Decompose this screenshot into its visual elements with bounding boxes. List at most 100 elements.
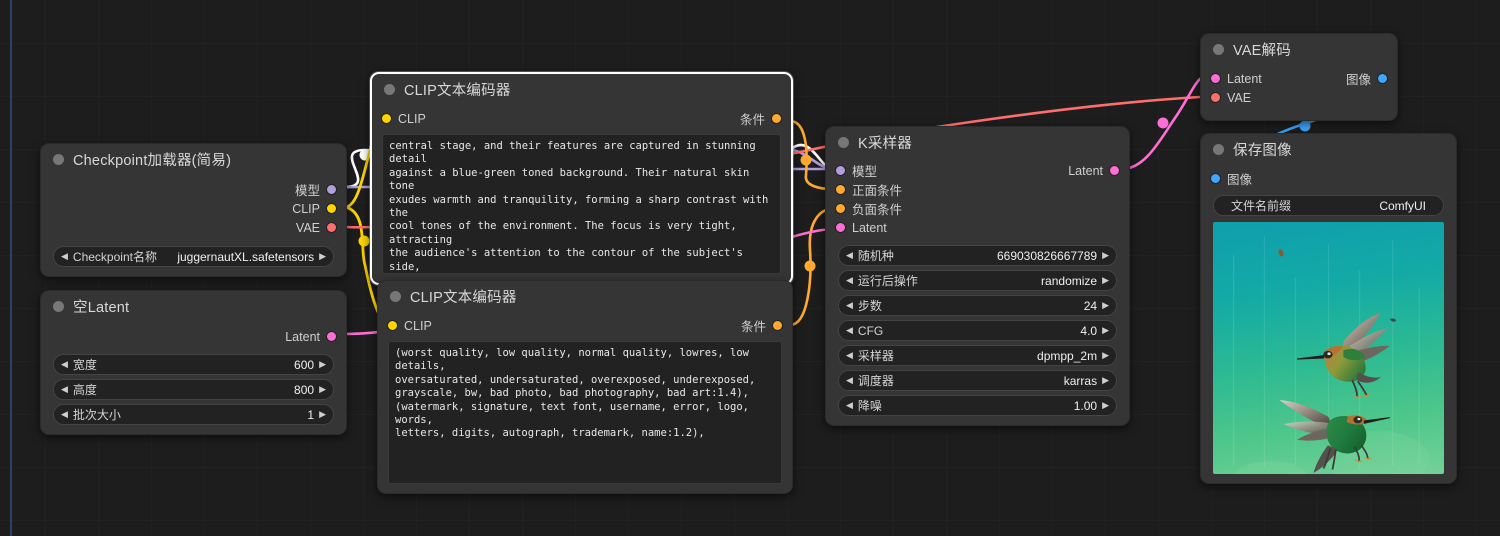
widget-steps[interactable]: ◀ 步数 24 ▶ <box>838 295 1117 316</box>
input-slot-latent[interactable]: Latent <box>1211 72 1262 86</box>
chevron-left-icon[interactable]: ◀ <box>846 251 853 260</box>
collapse-icon[interactable] <box>390 290 401 302</box>
output-slot-label: 模型 <box>294 184 320 198</box>
output-slot-image[interactable]: 图像 <box>1346 69 1387 88</box>
input-slot-clip[interactable]: CLIP <box>382 112 426 126</box>
input-slot-latent[interactable]: Latent <box>836 221 887 235</box>
slot-row: 模型 Latent <box>826 161 1129 180</box>
node-vae-decode[interactable]: VAE解码 Latent 图像 VAE <box>1200 33 1398 121</box>
node-title-bar[interactable]: VAE解码 <box>1201 34 1397 64</box>
chevron-left-icon[interactable]: ◀ <box>61 410 68 419</box>
chevron-right-icon[interactable]: ▶ <box>1102 376 1109 385</box>
input-slot-image[interactable]: 图像 <box>1211 169 1252 188</box>
slot-row: Latent 图像 <box>1201 69 1397 88</box>
node-title-bar[interactable]: CLIP文本编码器 <box>372 74 791 104</box>
collapse-icon[interactable] <box>53 300 64 312</box>
node-title-bar[interactable]: CLIP文本编码器 <box>378 281 792 311</box>
widget-denoise[interactable]: ◀ 降噪 1.00 ▶ <box>838 395 1117 416</box>
chevron-right-icon[interactable]: ▶ <box>319 385 326 394</box>
node-title-text: CLIP文本编码器 <box>404 82 511 99</box>
output-slot-clip[interactable]: CLIP <box>292 202 336 216</box>
node-checkpoint-loader[interactable]: Checkpoint加载器(简易) 模型 CLIP VAE ◀ Checkpoi… <box>40 143 347 277</box>
widget-height[interactable]: ◀ 高度 800 ▶ <box>53 379 334 400</box>
node-title-bar[interactable]: K采样器 <box>826 127 1129 157</box>
link-dot-cond-negative <box>804 260 816 272</box>
chevron-left-icon[interactable]: ◀ <box>846 276 853 285</box>
widget-seed[interactable]: ◀ 随机种 669030826667789 ▶ <box>838 245 1117 266</box>
node-empty-latent[interactable]: 空Latent Latent ◀ 宽度 600 ▶ ◀ 高度 800 ▶ ◀ 批… <box>40 290 347 435</box>
chevron-left-icon[interactable]: ◀ <box>846 376 853 385</box>
output-slot-vae[interactable]: VAE <box>296 221 336 235</box>
chevron-right-icon[interactable]: ▶ <box>1102 351 1109 360</box>
widget-value: 1.00 <box>1073 398 1098 413</box>
positive-prompt-textarea[interactable]: central stage, and their features are ca… <box>382 134 781 274</box>
node-title-bar[interactable]: 空Latent <box>41 291 346 321</box>
image-preview[interactable] <box>1213 222 1444 474</box>
widget-value: 4.0 <box>1080 323 1098 338</box>
node-title-bar[interactable]: Checkpoint加载器(简易) <box>41 144 346 174</box>
chevron-left-icon[interactable]: ◀ <box>846 401 853 410</box>
negative-prompt-textarea[interactable]: (worst quality, low quality, normal qual… <box>388 341 782 484</box>
input-slot-clip[interactable]: CLIP <box>388 319 432 333</box>
link-dot-clip <box>358 235 370 247</box>
output-slot-conditioning[interactable]: 条件 <box>740 109 781 128</box>
node-title-bar[interactable]: 保存图像 <box>1201 134 1456 164</box>
widget-control-after-generate[interactable]: ◀ 运行后操作 randomize ▶ <box>838 270 1117 291</box>
node-title-text: 保存图像 <box>1233 142 1292 159</box>
input-slot-vae[interactable]: VAE <box>1211 91 1251 105</box>
collapse-icon[interactable] <box>53 153 64 165</box>
vertical-guide-line <box>10 0 12 536</box>
chevron-right-icon[interactable]: ▶ <box>319 252 326 261</box>
widget-cfg[interactable]: ◀ CFG 4.0 ▶ <box>838 320 1117 341</box>
clip-slot-icon <box>388 321 397 330</box>
widget-batch-size[interactable]: ◀ 批次大小 1 ▶ <box>53 404 334 425</box>
chevron-right-icon[interactable]: ▶ <box>1102 276 1109 285</box>
node-save-image[interactable]: 保存图像 图像 文件名前缀 ComfyUI <box>1200 133 1457 484</box>
chevron-right-icon[interactable]: ▶ <box>319 410 326 419</box>
chevron-left-icon[interactable]: ◀ <box>61 252 68 261</box>
widget-width[interactable]: ◀ 宽度 600 ▶ <box>53 354 334 375</box>
output-slot-model[interactable]: 模型 <box>295 180 336 199</box>
input-slot-negative[interactable]: 负面条件 <box>836 199 902 218</box>
collapse-icon[interactable] <box>1213 143 1224 155</box>
widget-filename-prefix[interactable]: 文件名前缀 ComfyUI <box>1213 195 1444 216</box>
chevron-left-icon[interactable]: ◀ <box>61 360 68 369</box>
widget-sampler-name[interactable]: ◀ 采样器 dpmpp_2m ▶ <box>838 345 1117 366</box>
chevron-right-icon[interactable]: ▶ <box>1102 301 1109 310</box>
link-dot-cond-positive <box>800 154 812 166</box>
input-slot-model[interactable]: 模型 <box>836 161 877 180</box>
workflow-canvas[interactable]: Checkpoint加载器(简易) 模型 CLIP VAE ◀ Checkpoi… <box>0 0 1500 536</box>
chevron-right-icon[interactable]: ▶ <box>1102 326 1109 335</box>
output-slot-latent[interactable]: Latent <box>285 330 336 344</box>
link-latent-out <box>1121 75 1204 171</box>
chevron-left-icon[interactable]: ◀ <box>846 301 853 310</box>
collapse-icon[interactable] <box>1213 43 1224 55</box>
chevron-left-icon[interactable]: ◀ <box>846 326 853 335</box>
widget-label: 高度 <box>72 383 97 397</box>
widget-label: 采样器 <box>857 349 894 363</box>
collapse-icon[interactable] <box>838 136 849 148</box>
chevron-right-icon[interactable]: ▶ <box>1102 401 1109 410</box>
output-slot-conditioning[interactable]: 条件 <box>741 316 782 335</box>
chevron-left-icon[interactable]: ◀ <box>846 351 853 360</box>
link-dot-image <box>1299 120 1311 132</box>
input-slot-positive[interactable]: 正面条件 <box>836 180 902 199</box>
widget-checkpoint-name[interactable]: ◀ Checkpoint名称 juggernautXL.safetensors … <box>53 246 334 267</box>
node-ksampler[interactable]: K采样器 模型 Latent 正面条件 负面条件 Latent ◀ 随机种 66… <box>825 126 1130 426</box>
widget-label: Checkpoint名称 <box>72 250 157 264</box>
chevron-right-icon[interactable]: ▶ <box>319 360 326 369</box>
collapse-icon[interactable] <box>384 83 395 95</box>
widget-label: 调度器 <box>857 374 894 388</box>
node-clip-text-encode-positive[interactable]: CLIP文本编码器 CLIP 条件 central stage, and the… <box>370 72 793 285</box>
image-slot-icon <box>1378 74 1387 83</box>
input-slot-label: 模型 <box>852 165 878 179</box>
widget-scheduler[interactable]: ◀ 调度器 karras ▶ <box>838 370 1117 391</box>
node-clip-text-encode-negative[interactable]: CLIP文本编码器 CLIP 条件 (worst quality, low qu… <box>377 280 793 494</box>
slot-row: CLIP <box>41 199 346 218</box>
output-slot-latent[interactable]: Latent <box>1068 164 1119 178</box>
input-slot-label: Latent <box>1227 71 1262 86</box>
chevron-right-icon[interactable]: ▶ <box>1102 251 1109 260</box>
chevron-left-icon[interactable]: ◀ <box>61 385 68 394</box>
node-title-text: CLIP文本编码器 <box>410 289 517 306</box>
conditioning-slot-icon <box>836 204 845 213</box>
